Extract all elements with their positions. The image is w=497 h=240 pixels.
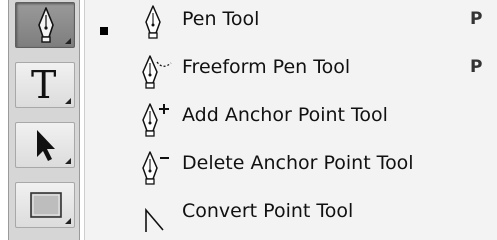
delete-anchor-point-icon	[142, 151, 169, 185]
path-selection-tool-button[interactable]	[15, 122, 75, 168]
pen-tool-button[interactable]	[15, 2, 75, 48]
menu-item-label: Convert Point Tool	[182, 200, 354, 222]
pen-tool-flyout-menu: Pen Tool P Freeform Pen Tool P Add Ancho…	[84, 0, 497, 240]
convert-point-icon	[145, 207, 164, 232]
type-tool-button[interactable]: T	[15, 62, 75, 108]
flyout-indicator-icon	[65, 218, 71, 224]
add-anchor-point-icon	[142, 103, 169, 137]
menu-item-shortcut: P	[470, 9, 483, 29]
menu-item-add-anchor-point-tool[interactable]: Add Anchor Point Tool	[85, 96, 497, 142]
menu-item-label: Pen Tool	[182, 8, 260, 30]
photoshop-pen-flyout: T Pen Tool P Freeform Pen Tool P Add Anc…	[0, 0, 497, 240]
pen-nib-icon	[145, 5, 161, 39]
freeform-pen-icon	[142, 55, 172, 89]
type-icon: T	[31, 63, 57, 107]
flyout-indicator-icon	[65, 158, 71, 164]
tools-panel: T	[8, 0, 80, 240]
flyout-indicator-icon	[65, 38, 71, 44]
menu-item-convert-point-tool[interactable]: Convert Point Tool	[85, 192, 497, 238]
menu-item-label: Delete Anchor Point Tool	[182, 152, 414, 174]
rectangle-tool-button[interactable]	[15, 182, 75, 228]
menu-item-label: Freeform Pen Tool	[182, 56, 351, 78]
menu-item-shortcut: P	[470, 57, 483, 77]
menu-item-freeform-pen-tool[interactable]: Freeform Pen Tool P	[85, 48, 497, 94]
selected-bullet-icon	[100, 27, 108, 35]
menu-item-label: Add Anchor Point Tool	[182, 104, 388, 126]
menu-item-pen-tool[interactable]: Pen Tool P	[85, 0, 497, 46]
menu-item-delete-anchor-point-tool[interactable]: Delete Anchor Point Tool	[85, 144, 497, 190]
flyout-indicator-icon	[65, 98, 71, 104]
